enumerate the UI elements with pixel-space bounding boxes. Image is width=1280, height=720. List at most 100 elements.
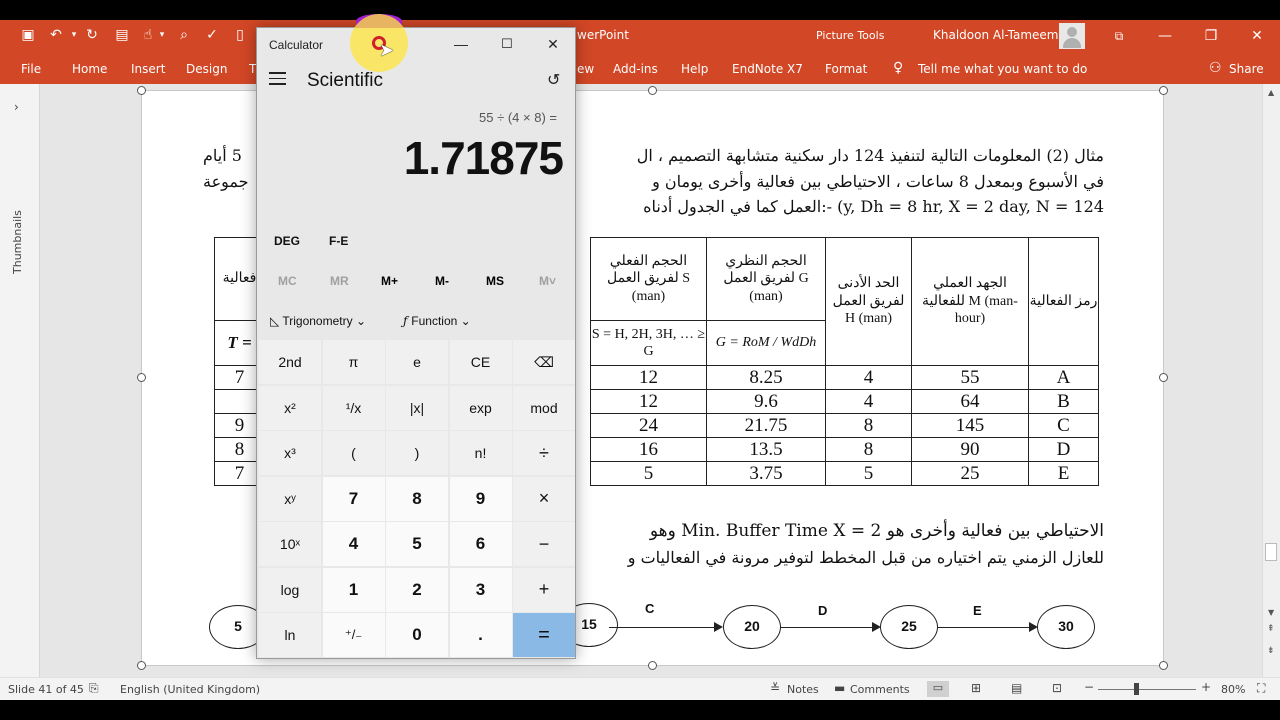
scroll-thumb[interactable] bbox=[1265, 543, 1277, 561]
reciprocal-button[interactable]: ¹/x bbox=[322, 385, 385, 430]
mod-button[interactable]: mod bbox=[513, 385, 575, 430]
tab-design[interactable]: Design bbox=[186, 62, 227, 76]
undo-icon[interactable]: ↶ bbox=[46, 24, 66, 46]
calc-minimize-icon[interactable]: — bbox=[438, 28, 484, 60]
e-button[interactable]: e bbox=[386, 340, 448, 384]
fit-slide-icon[interactable]: ⛶ bbox=[1257, 681, 1265, 696]
history-icon[interactable]: ↺ bbox=[547, 70, 560, 90]
prev-slide-icon[interactable]: ⇞ bbox=[1267, 624, 1275, 634]
digit-0-button[interactable]: 0 bbox=[386, 613, 448, 657]
zoom-in-icon[interactable]: + bbox=[1201, 680, 1211, 694]
restore-icon[interactable]: ❐ bbox=[1188, 20, 1234, 52]
equals-button[interactable]: = bbox=[513, 613, 575, 657]
multiply-button[interactable]: × bbox=[513, 476, 575, 521]
zoom-slider[interactable] bbox=[1098, 689, 1196, 690]
share-button[interactable]: Share bbox=[1229, 62, 1264, 76]
tab-format[interactable]: Format bbox=[825, 62, 867, 76]
negate-button[interactable]: ⁺/₋ bbox=[322, 613, 385, 657]
present-icon[interactable]: ▤ bbox=[112, 24, 132, 46]
scroll-down-icon[interactable]: ▼ bbox=[1268, 608, 1274, 617]
open-paren-button[interactable]: ( bbox=[322, 431, 385, 475]
clear-entry-button[interactable]: CE bbox=[449, 340, 512, 384]
memory-subtract-button[interactable]: M- bbox=[435, 274, 449, 288]
plus-button[interactable]: + bbox=[513, 567, 575, 612]
tab-endnote[interactable]: EndNote X7 bbox=[732, 62, 803, 76]
resize-handle[interactable] bbox=[648, 661, 657, 670]
decimal-button[interactable]: . bbox=[449, 613, 512, 657]
hamburger-menu-icon[interactable] bbox=[269, 72, 286, 86]
digit-7-button[interactable]: 7 bbox=[322, 476, 385, 521]
resize-handle[interactable] bbox=[137, 373, 146, 382]
digit-3-button[interactable]: 3 bbox=[449, 567, 512, 612]
ln-button[interactable]: ln bbox=[259, 613, 321, 657]
close-paren-button[interactable]: ) bbox=[386, 431, 448, 475]
undo-dropdown-icon[interactable]: ▾ bbox=[64, 24, 84, 46]
tab-insert[interactable]: Insert bbox=[131, 62, 165, 76]
user-name[interactable]: Khaldoon Al-Tameemi bbox=[933, 28, 1062, 42]
calculator-window[interactable]: Calculator — ☐ ✕ Scientific ↺ 55 ÷ (4 × … bbox=[256, 27, 576, 659]
tab-help[interactable]: Help bbox=[681, 62, 708, 76]
tab-view[interactable]: ew bbox=[577, 62, 594, 76]
digit-9-button[interactable]: 9 bbox=[449, 476, 512, 521]
power-button[interactable]: xʸ bbox=[259, 476, 321, 521]
zoom-slider-thumb[interactable] bbox=[1134, 683, 1139, 695]
save-icon[interactable]: ▣ bbox=[18, 24, 38, 46]
cube-button[interactable]: x³ bbox=[259, 431, 321, 475]
spellcheck-icon[interactable]: ⎘ bbox=[89, 681, 99, 696]
digit-6-button[interactable]: 6 bbox=[449, 522, 512, 566]
factorial-button[interactable]: n! bbox=[449, 431, 512, 475]
redo-icon[interactable]: ↻ bbox=[82, 24, 102, 46]
spelling-icon[interactable]: ✓ bbox=[202, 24, 222, 46]
tell-me-box[interactable]: Tell me what you want to do bbox=[918, 62, 1087, 76]
memory-clear-button[interactable]: MC bbox=[278, 274, 297, 288]
divide-button[interactable]: ÷ bbox=[513, 431, 575, 475]
print-preview-icon[interactable]: ⌕ bbox=[174, 24, 194, 46]
zoom-level[interactable]: 80% bbox=[1221, 683, 1245, 696]
pi-button[interactable]: π bbox=[322, 340, 385, 384]
resize-handle[interactable] bbox=[1159, 661, 1168, 670]
digit-5-button[interactable]: 5 bbox=[386, 522, 448, 566]
backspace-button[interactable]: ⌫ bbox=[513, 340, 575, 384]
second-button[interactable]: 2nd bbox=[259, 340, 321, 384]
close-icon[interactable]: ✕ bbox=[1234, 20, 1280, 52]
digit-8-button[interactable]: 8 bbox=[386, 476, 448, 521]
absolute-button[interactable]: |x| bbox=[386, 385, 448, 430]
resize-handle[interactable] bbox=[137, 661, 146, 670]
memory-add-button[interactable]: M+ bbox=[381, 274, 398, 288]
tab-add-ins[interactable]: Add-ins bbox=[613, 62, 658, 76]
minus-button[interactable]: − bbox=[513, 522, 575, 566]
slide-counter[interactable]: Slide 41 of 45 bbox=[8, 683, 84, 696]
log-button[interactable]: log bbox=[259, 567, 321, 612]
calc-close-icon[interactable]: ✕ bbox=[530, 28, 576, 60]
tab-home[interactable]: Home bbox=[72, 62, 107, 76]
exp-button[interactable]: exp bbox=[449, 385, 512, 430]
memory-list-button[interactable]: M˅ bbox=[539, 274, 556, 288]
digit-4-button[interactable]: 4 bbox=[322, 522, 385, 566]
ten-power-button[interactable]: 10ˣ bbox=[259, 522, 321, 566]
resize-handle[interactable] bbox=[1159, 373, 1168, 382]
memory-recall-button[interactable]: MR bbox=[330, 274, 349, 288]
fe-toggle[interactable]: F-E bbox=[329, 234, 348, 248]
comments-button[interactable]: Comments bbox=[850, 683, 910, 696]
deg-toggle[interactable]: DEG bbox=[274, 234, 300, 248]
square-button[interactable]: x² bbox=[259, 385, 321, 430]
reading-view-icon[interactable]: ▤ bbox=[1011, 681, 1022, 695]
avatar[interactable] bbox=[1059, 23, 1085, 49]
scroll-up-icon[interactable]: ▲ bbox=[1268, 88, 1274, 97]
expand-chevron-icon[interactable]: › bbox=[14, 100, 19, 114]
resize-handle[interactable] bbox=[648, 86, 657, 95]
touch-dropdown-icon[interactable]: ▾ bbox=[152, 24, 172, 46]
memory-store-button[interactable]: MS bbox=[486, 274, 504, 288]
resize-handle[interactable] bbox=[1159, 86, 1168, 95]
new-file-icon[interactable]: ▯ bbox=[230, 24, 250, 46]
digit-1-button[interactable]: 1 bbox=[322, 567, 385, 612]
resize-handle[interactable] bbox=[137, 86, 146, 95]
zoom-out-icon[interactable]: − bbox=[1084, 680, 1094, 694]
normal-view-icon[interactable]: ▭ bbox=[927, 681, 949, 697]
calc-maximize-icon[interactable]: ☐ bbox=[484, 28, 530, 60]
function-dropdown[interactable]: ƒ Function ⌄ bbox=[403, 314, 471, 328]
slide-sorter-icon[interactable]: ⊞ bbox=[971, 681, 981, 695]
minimize-icon[interactable]: — bbox=[1142, 20, 1188, 52]
notes-button[interactable]: Notes bbox=[787, 683, 819, 696]
thumbnails-pane[interactable]: › Thumbnails bbox=[0, 84, 40, 677]
